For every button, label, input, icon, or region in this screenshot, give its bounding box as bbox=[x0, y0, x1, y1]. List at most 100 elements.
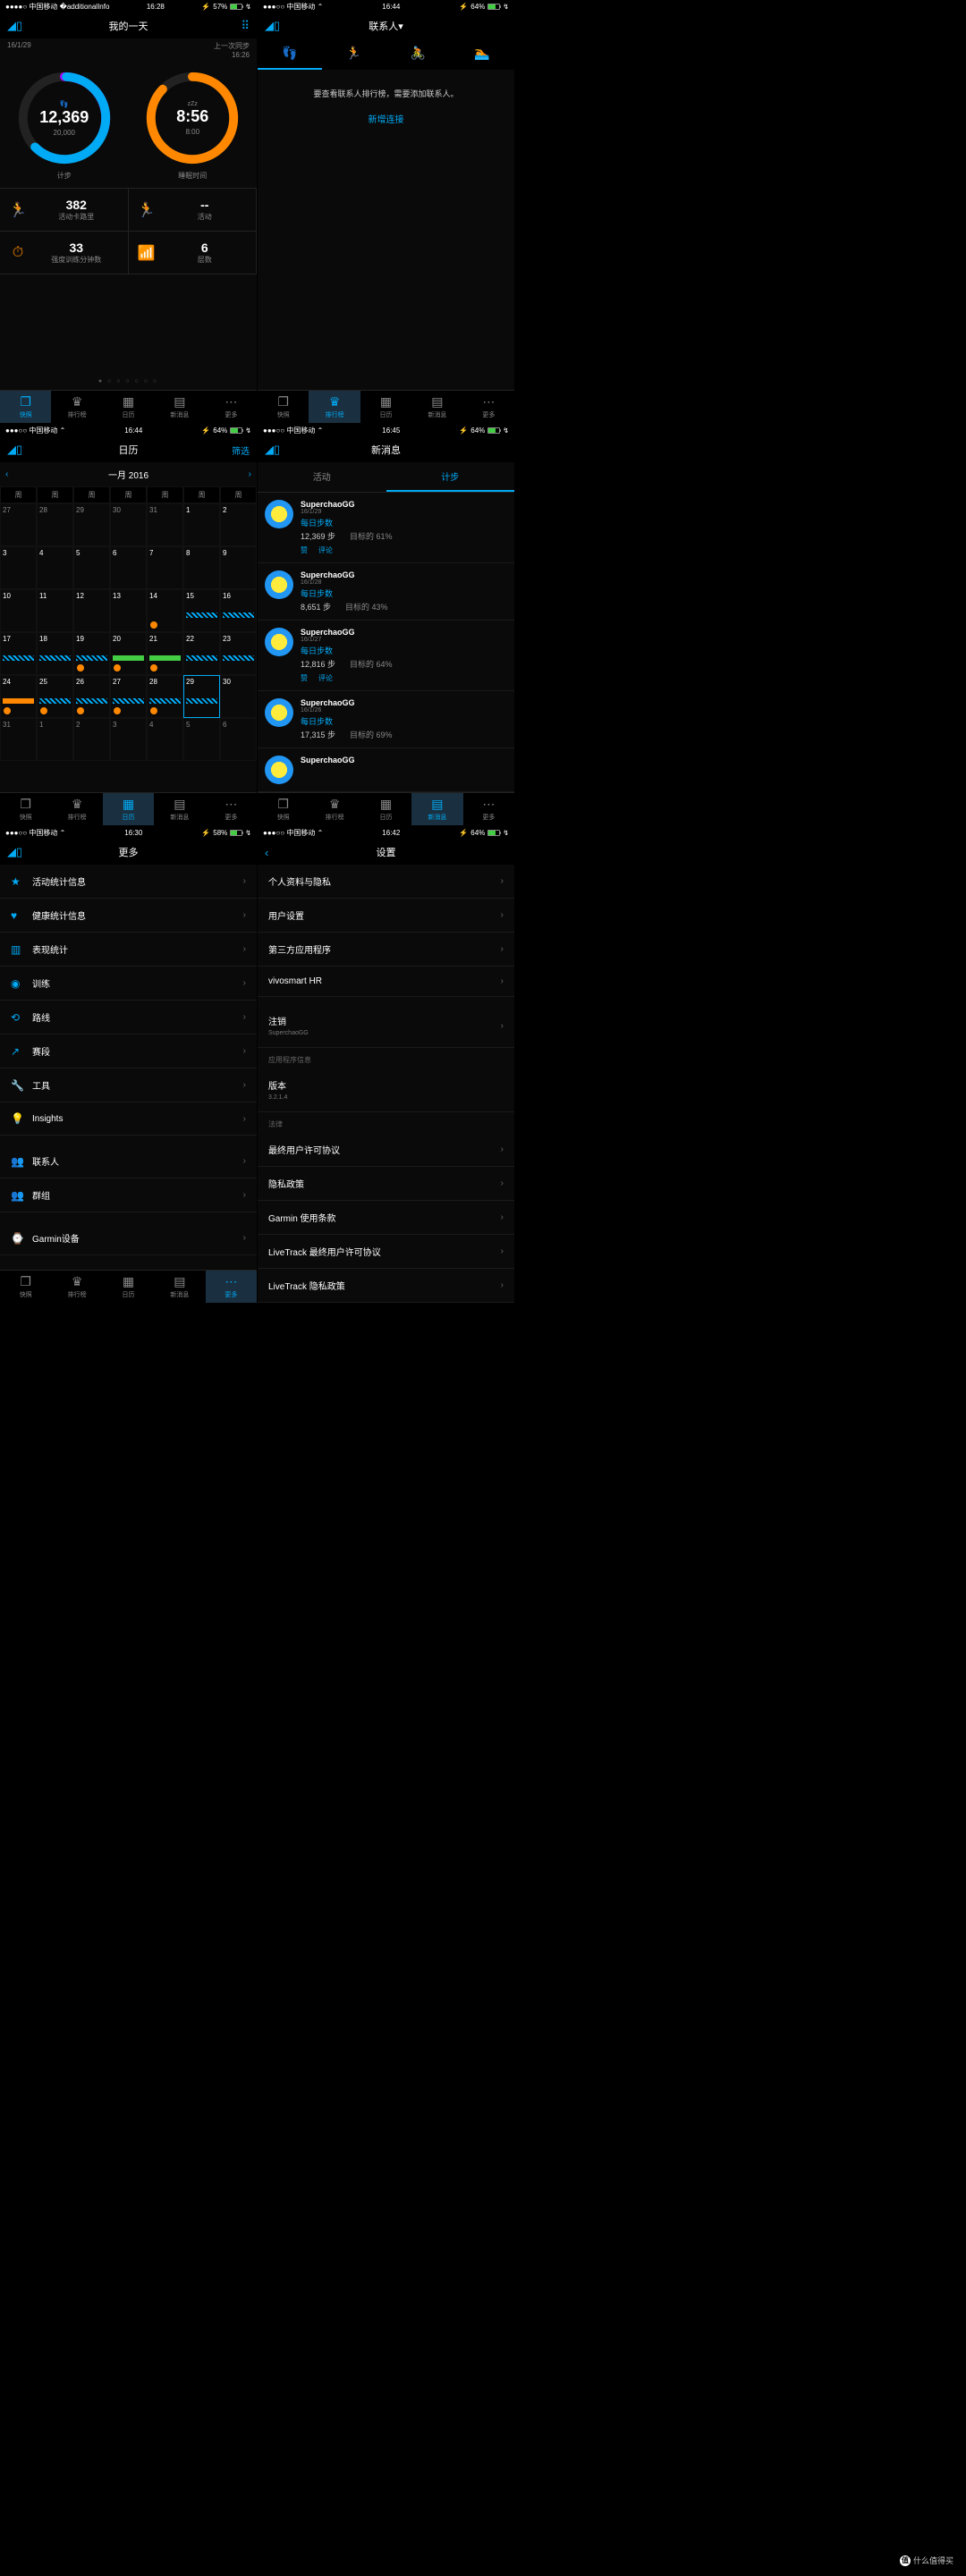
tab-more[interactable]: ⋯更多 bbox=[206, 391, 257, 423]
feed-post[interactable]: SuperchaoGG16/1/29每日步数12,369 步目标的 61%赞评论 bbox=[258, 493, 514, 563]
day-cell[interactable]: 31 bbox=[147, 503, 183, 546]
grid-icon[interactable]: ⠿ bbox=[232, 19, 250, 33]
sleep-ring[interactable]: zZz8:568:00 bbox=[143, 69, 242, 167]
list-item[interactable]: 👥群组› bbox=[0, 1178, 257, 1212]
steps-ring[interactable]: 👣12,36920,000 bbox=[15, 69, 114, 167]
back-icon[interactable]: ‹ bbox=[265, 846, 283, 859]
stat-calories[interactable]: 🏃382活动卡路里 bbox=[0, 189, 129, 232]
filter-button[interactable]: 筛选 bbox=[232, 443, 250, 457]
tab-swim[interactable]: 🏊 bbox=[450, 38, 514, 70]
day-cell[interactable]: 27 bbox=[0, 503, 37, 546]
list-item[interactable]: 最终用户许可协议› bbox=[258, 1133, 514, 1167]
add-link[interactable]: 新增连接 bbox=[267, 112, 505, 125]
tab-leaderboard[interactable]: ♛排行榜 bbox=[51, 391, 102, 423]
day-cell[interactable]: 15 bbox=[183, 589, 220, 632]
prev-month[interactable]: ‹ bbox=[5, 469, 8, 479]
day-cell[interactable]: 21 bbox=[147, 632, 183, 675]
inbox-icon[interactable]: ◢▯ bbox=[7, 845, 25, 859]
stat-floors[interactable]: 📶6层数 bbox=[129, 232, 258, 274]
day-cell[interactable]: 12 bbox=[73, 589, 110, 632]
like-button[interactable]: 赞 bbox=[301, 546, 308, 554]
tab-bike[interactable]: 🚴 bbox=[386, 38, 451, 70]
day-cell[interactable]: 4 bbox=[37, 546, 73, 589]
list-item[interactable]: 👥联系人› bbox=[0, 1144, 257, 1178]
day-cell[interactable]: 25 bbox=[37, 675, 73, 718]
day-cell[interactable]: 8 bbox=[183, 546, 220, 589]
day-cell[interactable]: 16 bbox=[220, 589, 257, 632]
day-cell[interactable]: 14 bbox=[147, 589, 183, 632]
day-cell[interactable]: 29 bbox=[183, 675, 220, 718]
day-cell[interactable]: 24 bbox=[0, 675, 37, 718]
tab-steps[interactable]: 计步 bbox=[386, 462, 515, 492]
day-cell[interactable]: 31 bbox=[0, 718, 37, 761]
stat-activity[interactable]: 🏃--活动 bbox=[129, 189, 258, 232]
stat-intensity[interactable]: ⏱33强度训练分钟数 bbox=[0, 232, 129, 274]
list-item[interactable]: LiveTrack 隐私政策› bbox=[258, 1269, 514, 1303]
tab-news[interactable]: ▤新消息 bbox=[154, 391, 205, 423]
list-item[interactable]: Garmin 使用条款› bbox=[258, 1201, 514, 1235]
day-cell[interactable]: 29 bbox=[73, 503, 110, 546]
list-item[interactable]: ♥健康统计信息› bbox=[0, 899, 257, 933]
feed-post[interactable]: SuperchaoGG16/1/26每日步数17,315 步目标的 69% bbox=[258, 691, 514, 748]
list-item[interactable]: ◉训练› bbox=[0, 967, 257, 1001]
day-cell[interactable]: 6 bbox=[110, 546, 147, 589]
day-cell[interactable]: 1 bbox=[37, 718, 73, 761]
day-cell[interactable]: 17 bbox=[0, 632, 37, 675]
day-cell[interactable]: 19 bbox=[73, 632, 110, 675]
day-cell[interactable]: 7 bbox=[147, 546, 183, 589]
day-cell[interactable]: 20 bbox=[110, 632, 147, 675]
list-item[interactable]: 用户设置› bbox=[258, 899, 514, 933]
day-cell[interactable]: 3 bbox=[110, 718, 147, 761]
tab-snapshot[interactable]: ❐快照 bbox=[0, 391, 51, 423]
day-cell[interactable]: 22 bbox=[183, 632, 220, 675]
comment-button[interactable]: 评论 bbox=[318, 674, 333, 682]
list-item[interactable]: 隐私政策› bbox=[258, 1167, 514, 1201]
day-cell[interactable]: 3 bbox=[0, 546, 37, 589]
day-cell[interactable]: 27 bbox=[110, 675, 147, 718]
list-item[interactable]: ⌚Garmin设备› bbox=[0, 1221, 257, 1255]
list-item[interactable]: 第三方应用程序› bbox=[258, 933, 514, 967]
feed-post[interactable]: SuperchaoGG bbox=[258, 748, 514, 792]
day-cell[interactable]: 13 bbox=[110, 589, 147, 632]
inbox-icon[interactable]: ◢▯ bbox=[7, 19, 25, 33]
inbox-icon[interactable]: ◢▯ bbox=[265, 443, 283, 457]
list-item[interactable]: ▥表现统计› bbox=[0, 933, 257, 967]
list-item[interactable]: vivosmart HR› bbox=[258, 967, 514, 997]
day-cell[interactable]: 23 bbox=[220, 632, 257, 675]
day-cell[interactable]: 26 bbox=[73, 675, 110, 718]
day-cell[interactable]: 18 bbox=[37, 632, 73, 675]
day-cell[interactable]: 30 bbox=[110, 503, 147, 546]
day-cell[interactable]: 1 bbox=[183, 503, 220, 546]
tab-calendar[interactable]: ▦日历 bbox=[103, 391, 154, 423]
day-cell[interactable]: 2 bbox=[73, 718, 110, 761]
day-cell[interactable]: 5 bbox=[73, 546, 110, 589]
list-item[interactable]: 💡Insights› bbox=[0, 1102, 257, 1136]
inbox-icon[interactable]: ◢▯ bbox=[7, 443, 25, 457]
day-cell[interactable]: 28 bbox=[147, 675, 183, 718]
day-cell[interactable]: 2 bbox=[220, 503, 257, 546]
feed-post[interactable]: SuperchaoGG16/1/27每日步数12,816 步目标的 64%赞评论 bbox=[258, 621, 514, 691]
inbox-icon[interactable]: ◢▯ bbox=[265, 19, 283, 33]
comment-button[interactable]: 评论 bbox=[318, 546, 333, 554]
tab-walk[interactable]: 👣 bbox=[258, 38, 322, 70]
feed-post[interactable]: SuperchaoGG16/1/28每日步数8,651 步目标的 43% bbox=[258, 563, 514, 621]
list-item[interactable]: 🔧工具› bbox=[0, 1068, 257, 1102]
day-cell[interactable]: 30 bbox=[220, 675, 257, 718]
next-month[interactable]: › bbox=[249, 469, 251, 479]
day-cell[interactable]: 28 bbox=[37, 503, 73, 546]
logout-item[interactable]: 注销SuperchaoGG› bbox=[258, 1004, 514, 1048]
list-item[interactable]: 个人资料与隐私› bbox=[258, 865, 514, 899]
day-cell[interactable]: 11 bbox=[37, 589, 73, 632]
list-item[interactable]: LiveTrack 最终用户许可协议› bbox=[258, 1235, 514, 1269]
page-title[interactable]: 联系人▾ bbox=[369, 19, 403, 33]
day-cell[interactable]: 10 bbox=[0, 589, 37, 632]
day-cell[interactable]: 4 bbox=[147, 718, 183, 761]
day-cell[interactable]: 5 bbox=[183, 718, 220, 761]
day-cell[interactable]: 6 bbox=[220, 718, 257, 761]
like-button[interactable]: 赞 bbox=[301, 674, 308, 682]
list-item[interactable]: ↗赛段› bbox=[0, 1035, 257, 1068]
day-cell[interactable]: 9 bbox=[220, 546, 257, 589]
tab-activities[interactable]: 活动 bbox=[258, 462, 386, 492]
tab-run[interactable]: 🏃 bbox=[322, 38, 386, 70]
list-item[interactable]: ⟲路线› bbox=[0, 1001, 257, 1035]
